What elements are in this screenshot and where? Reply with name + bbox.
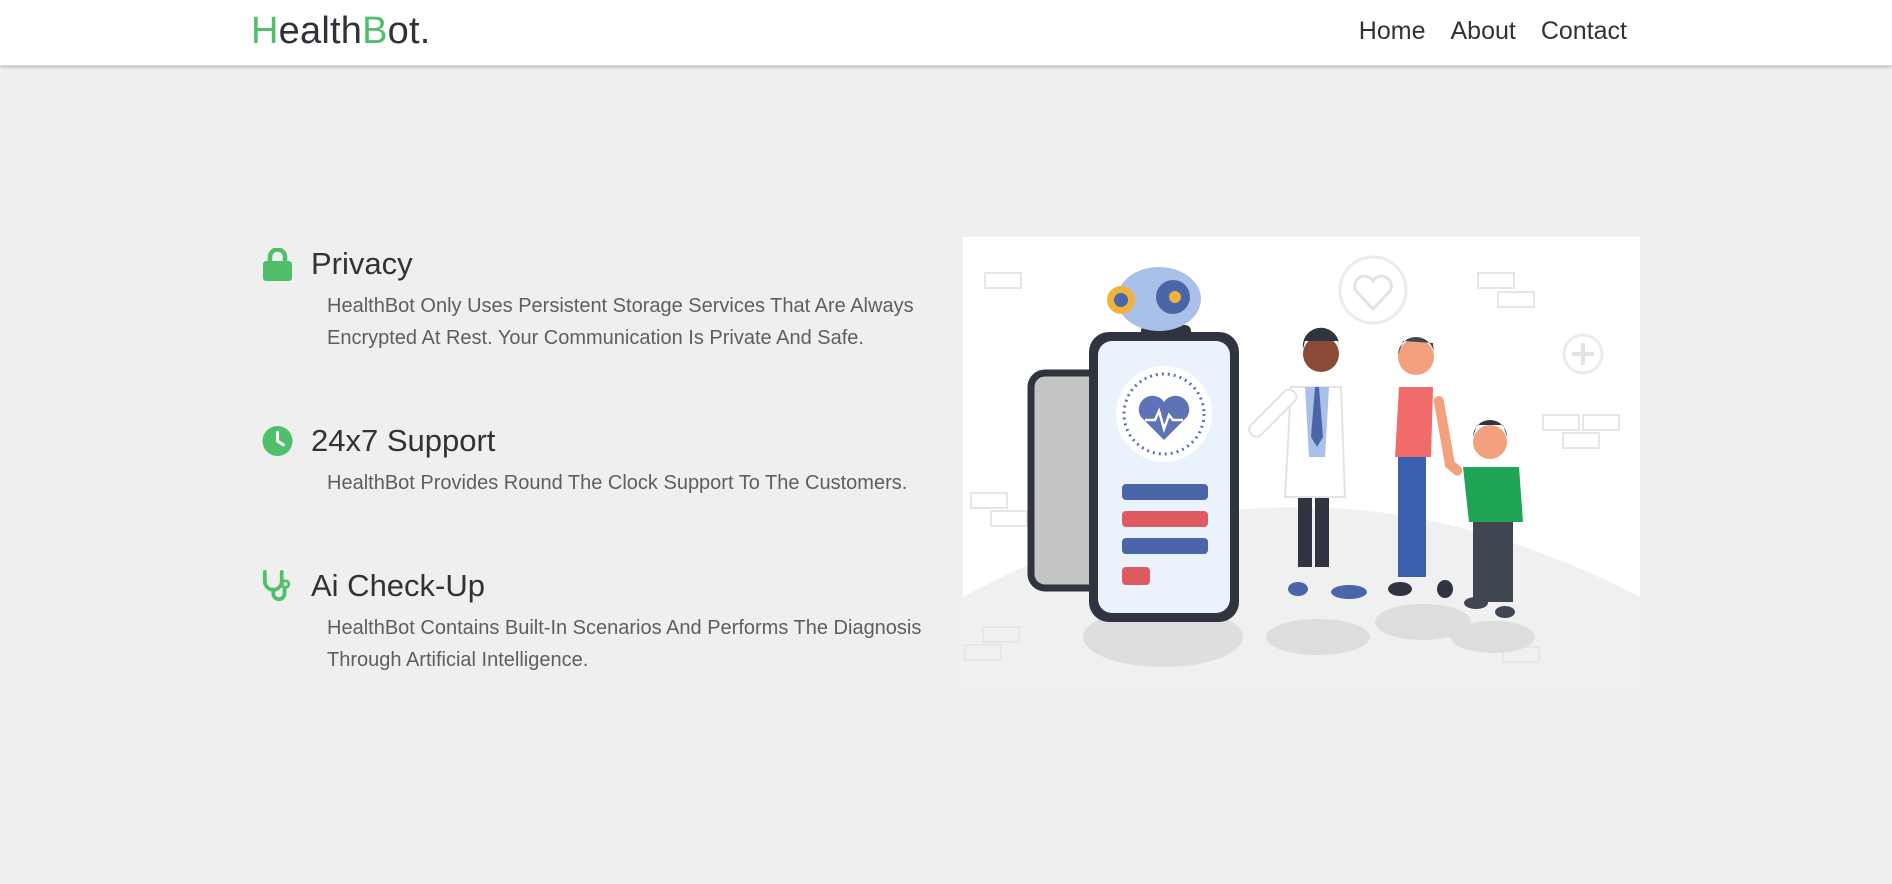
feature-ai-checkup: Ai Check-Up HealthBot Contains Built-In … <box>262 566 942 676</box>
nav-links: Home About Contact <box>1359 15 1627 47</box>
feature-title: Privacy <box>311 246 413 281</box>
healthcare-chatbot-illustration <box>963 237 1640 690</box>
lock-icon <box>262 247 293 281</box>
feature-description: HealthBot Provides Round The Clock Suppo… <box>327 472 908 494</box>
logo-text-part-2: ot. <box>387 10 431 52</box>
stethoscope-icon <box>262 569 293 603</box>
logo-link[interactable]: HealthBot. <box>251 9 430 53</box>
feature-support: 24x7 Support HealthBot Provides Round Th… <box>262 421 942 499</box>
feature-title: 24x7 Support <box>311 423 496 458</box>
nav-link-contact[interactable]: Contact <box>1541 15 1627 47</box>
feature-header: Privacy <box>262 244 942 284</box>
feature-description: HealthBot Only Uses Persistent Storage S… <box>327 295 914 349</box>
clock-icon <box>262 424 293 458</box>
hero-illustration <box>963 237 1640 690</box>
feature-header: Ai Check-Up <box>262 566 942 606</box>
feature-privacy: Privacy HealthBot Only Uses Persistent S… <box>262 244 942 354</box>
navbar: HealthBot. Home About Contact <box>0 0 1892 66</box>
nav-link-home[interactable]: Home <box>1359 15 1426 47</box>
feature-description: HealthBot Contains Built-In Scenarios An… <box>327 617 922 671</box>
nav-link-about[interactable]: About <box>1450 15 1515 47</box>
logo-letter-h: H <box>251 10 279 52</box>
logo-letter-b: B <box>362 10 388 52</box>
feature-title: Ai Check-Up <box>311 568 485 603</box>
feature-header: 24x7 Support <box>262 421 942 461</box>
logo-text-part-1: ealth <box>278 10 363 52</box>
